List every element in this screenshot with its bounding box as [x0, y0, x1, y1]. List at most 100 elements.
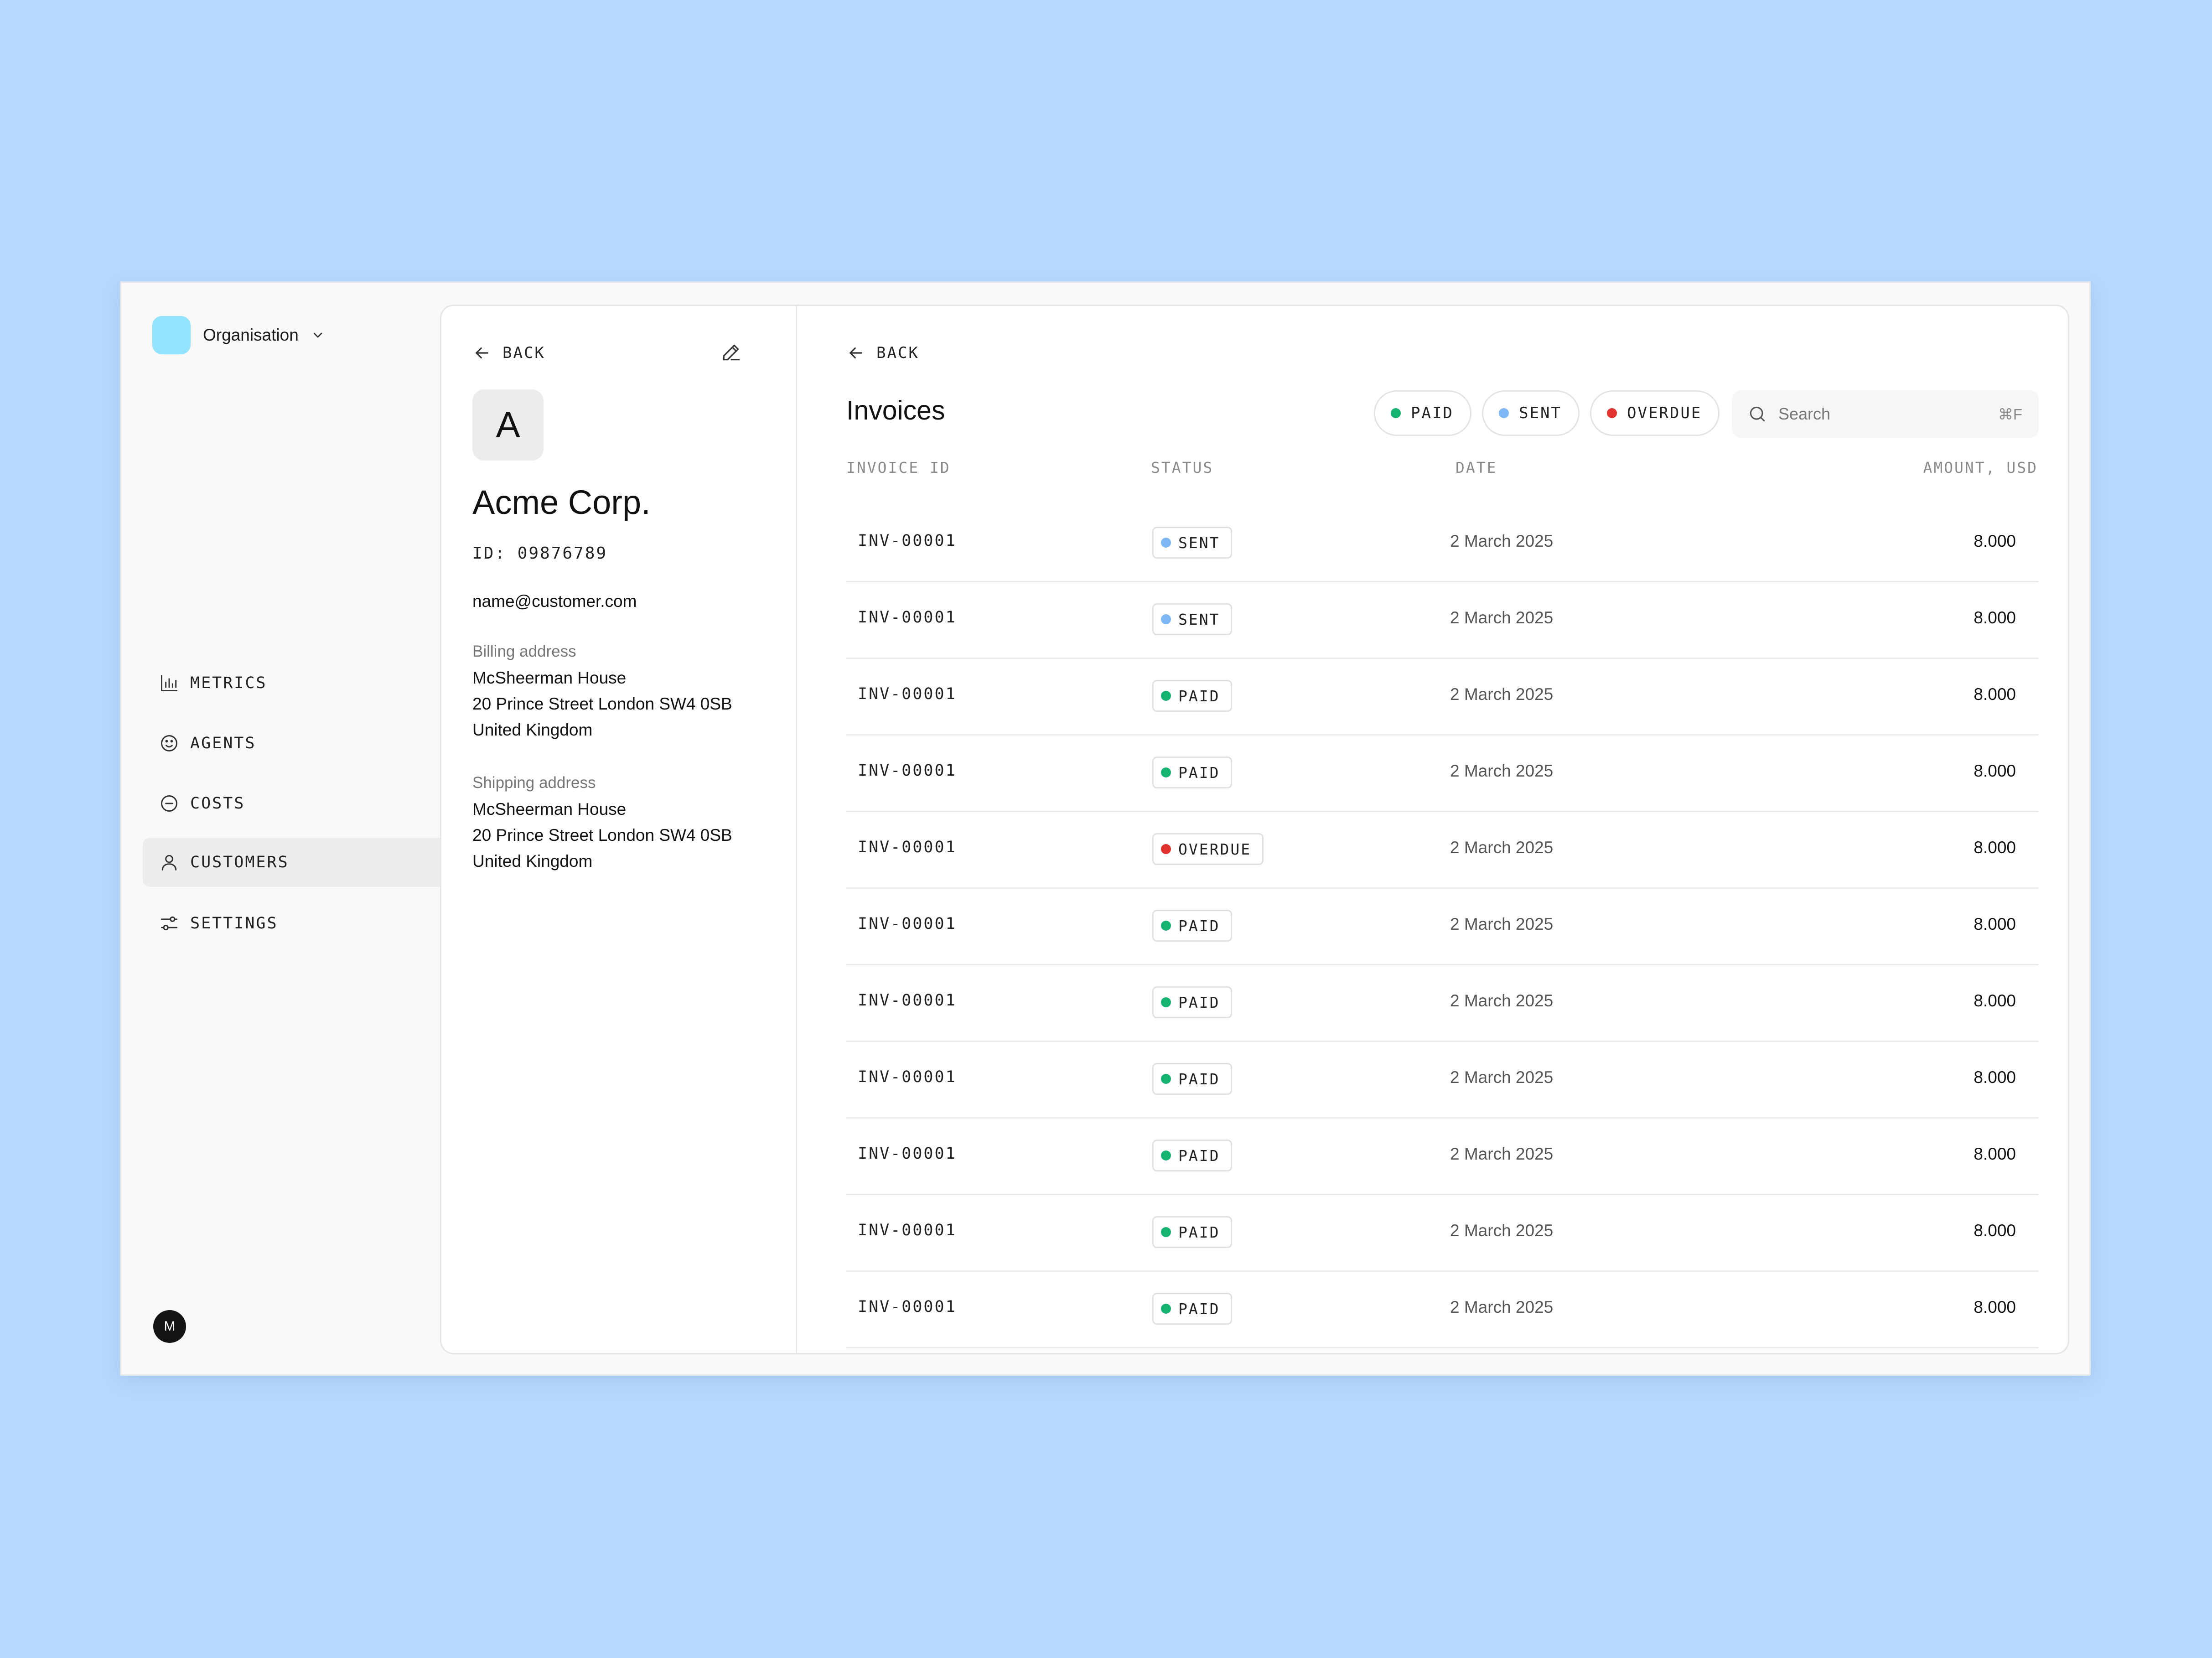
search-icon [1750, 406, 1765, 422]
shipping-address-line: United Kingdom [472, 852, 593, 870]
status-badge-label: PAID [1178, 1300, 1220, 1318]
customer-name: Acme Corp. [472, 483, 651, 521]
invoice-amount: 8.000 [1974, 608, 2016, 627]
invoice-date: 2 March 2025 [1450, 1298, 1554, 1316]
invoice-id: INV-00001 [858, 915, 957, 933]
status-badge-label: SENT [1178, 534, 1220, 552]
shipping-address-label: Shipping address [472, 774, 596, 792]
status-badge: SENT [1152, 527, 1233, 559]
filter-chip-label: OVERDUE [1627, 404, 1702, 422]
invoice-amount: 8.000 [1974, 915, 2016, 933]
status-badge: PAID [1152, 1293, 1233, 1325]
sidebar-item-label: SETTINGS [190, 914, 278, 933]
sidebar-item-label: AGENTS [190, 734, 256, 752]
table-row[interactable]: INV-00001 OVERDUE 2 March 2025 8.000 [846, 812, 2039, 889]
minus-circle-icon [161, 795, 177, 812]
arrow-left-icon [850, 347, 862, 359]
invoice-id: INV-00001 [858, 1068, 957, 1086]
sidebar: Organisation METRICS AGENTS COSTS CUSTOM… [121, 283, 457, 1374]
status-dot [1161, 1074, 1171, 1084]
column-header-amount[interactable]: AMOUNT, USD [1923, 459, 2038, 477]
invoice-date: 2 March 2025 [1450, 838, 1554, 857]
status-badge-label: PAID [1178, 1223, 1220, 1241]
status-badge: SENT [1152, 603, 1233, 635]
status-badge: PAID [1152, 1063, 1233, 1095]
invoice-amount: 8.000 [1974, 685, 2016, 704]
invoice-id: INV-00001 [858, 991, 957, 1010]
shipping-address-line: McSheerman House [472, 800, 627, 819]
bar-chart-icon [161, 675, 177, 691]
customer-back-button[interactable]: BACK [472, 342, 545, 364]
sidebar-item-metrics[interactable]: METRICS [143, 658, 457, 708]
status-badge-label: PAID [1178, 1146, 1220, 1165]
table-row[interactable]: INV-00001 SENT 2 March 2025 8.000 [846, 582, 2039, 659]
panel-divider [796, 306, 797, 1353]
status-badge: PAID [1152, 756, 1233, 788]
sidebar-item-agents[interactable]: AGENTS [143, 719, 457, 768]
invoice-date: 2 March 2025 [1450, 1221, 1554, 1240]
invoice-date: 2 March 2025 [1450, 608, 1554, 627]
table-row[interactable]: INV-00001 PAID 2 March 2025 8.000 [846, 1195, 2039, 1272]
invoice-date: 2 March 2025 [1450, 991, 1554, 1010]
sidebar-item-label: CUSTOMERS [190, 853, 289, 871]
shipping-address-line: 20 Prince Street London SW4 0SB [472, 826, 732, 845]
customer-id: ID: 09876789 [472, 544, 608, 563]
status-badge-label: PAID [1178, 917, 1220, 935]
search-shortcut: ⌘F [1998, 405, 2022, 423]
status-badge-label: OVERDUE [1178, 840, 1252, 858]
table-row[interactable]: INV-00001 PAID 2 March 2025 8.000 [846, 736, 2039, 812]
status-badge-label: PAID [1178, 1070, 1220, 1088]
smile-icon [161, 735, 177, 751]
invoice-amount: 8.000 [1974, 838, 2016, 857]
table-row[interactable]: INV-00001 PAID 2 March 2025 8.000 [846, 965, 2039, 1042]
page-title: Invoices [846, 395, 945, 425]
search-input[interactable] [1777, 404, 1980, 424]
search-box[interactable]: ⌘F [1732, 390, 2039, 438]
table-row[interactable]: INV-00001 PAID 2 March 2025 8.000 [846, 889, 2039, 965]
filter-chip-paid[interactable]: PAID [1374, 390, 1471, 436]
column-header-invoice-id[interactable]: INVOICE ID [846, 459, 951, 477]
invoice-amount: 8.000 [1974, 1221, 2016, 1240]
user-avatar[interactable]: M [153, 1310, 186, 1343]
invoice-id: INV-00001 [858, 685, 957, 703]
invoice-id: INV-00001 [858, 1221, 957, 1239]
status-dot [1499, 408, 1509, 418]
status-dot [1161, 691, 1171, 701]
billing-address-line: United Kingdom [472, 720, 593, 739]
status-dot [1161, 767, 1171, 777]
status-badge: PAID [1152, 1140, 1233, 1171]
sidebar-item-costs[interactable]: COSTS [143, 779, 457, 828]
status-dot [1161, 1304, 1171, 1314]
column-header-status[interactable]: STATUS [1151, 459, 1213, 477]
status-dot [1391, 408, 1401, 418]
invoices-back-button[interactable]: BACK [846, 342, 919, 364]
status-badge: PAID [1152, 1216, 1233, 1248]
sidebar-item-customers[interactable]: CUSTOMERS [143, 838, 457, 887]
table-row[interactable]: INV-00001 SENT 2 March 2025 8.000 [846, 506, 2039, 582]
invoice-id: INV-00001 [858, 608, 957, 627]
sidebar-item-label: COSTS [190, 794, 245, 813]
invoice-amount: 8.000 [1974, 762, 2016, 780]
arrow-left-icon [476, 347, 488, 359]
filter-chip-overdue[interactable]: OVERDUE [1590, 390, 1720, 436]
status-badge-label: PAID [1178, 687, 1220, 705]
customer-email: name@customer.com [472, 592, 637, 611]
sidebar-item-settings[interactable]: SETTINGS [143, 899, 457, 948]
table-row[interactable]: INV-00001 PAID 2 March 2025 8.000 [846, 659, 2039, 736]
table-row[interactable]: INV-00001 PAID 2 March 2025 8.000 [846, 1119, 2039, 1195]
invoice-amount: 8.000 [1974, 991, 2016, 1010]
billing-address-line: 20 Prince Street London SW4 0SB [472, 694, 732, 713]
org-switcher[interactable]: Organisation [152, 316, 325, 354]
table-row[interactable]: INV-00001 PAID 2 March 2025 8.000 [846, 1042, 2039, 1119]
column-header-date[interactable]: DATE [1456, 459, 1497, 477]
invoice-id: INV-00001 [858, 1298, 957, 1316]
pencil-icon[interactable] [720, 341, 743, 363]
filter-chip-label: PAID [1411, 404, 1454, 422]
table-row[interactable]: INV-00001 PAID 2 March 2025 8.000 [846, 1272, 2039, 1348]
status-dot [1161, 997, 1171, 1007]
invoice-date: 2 March 2025 [1450, 685, 1554, 704]
filter-chip-sent[interactable]: SENT [1482, 390, 1580, 436]
org-name: Organisation [203, 326, 299, 344]
org-logo [152, 316, 191, 354]
back-label: BACK [502, 344, 545, 362]
